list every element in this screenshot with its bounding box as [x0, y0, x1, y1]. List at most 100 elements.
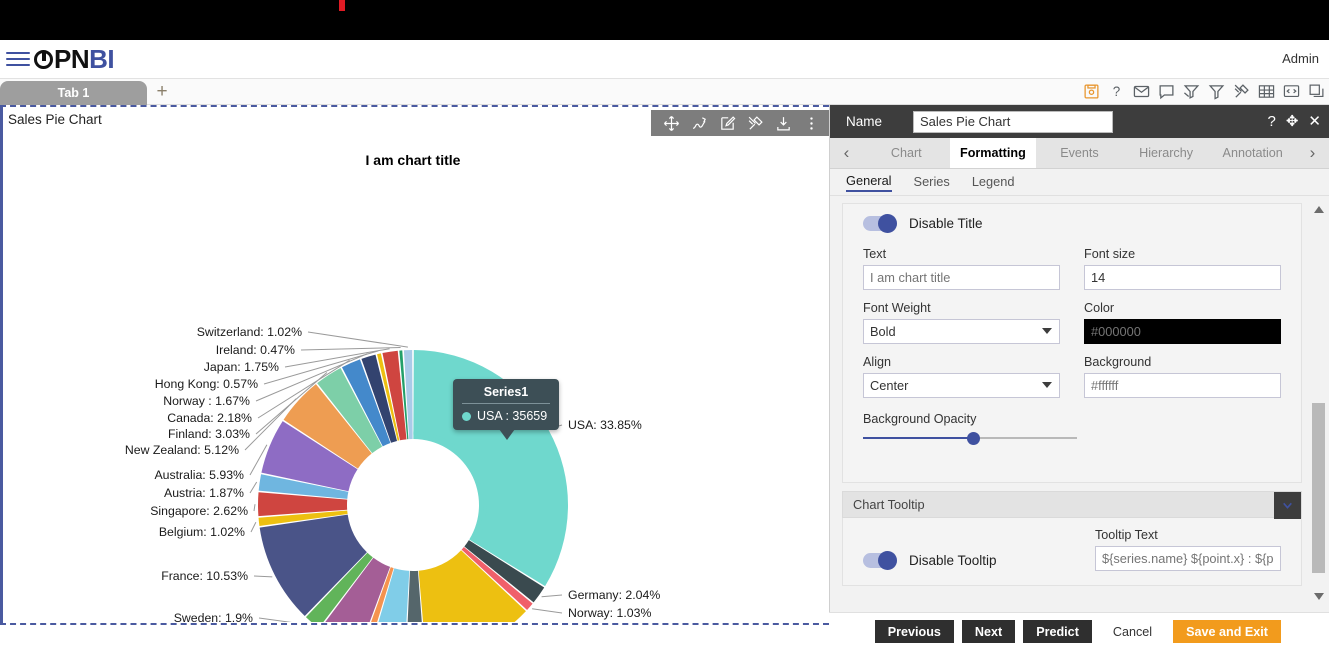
chart-tooltip-header[interactable]: Chart Tooltip — [842, 491, 1302, 519]
font-weight-field: Font Weight Bold — [863, 301, 1060, 344]
title-text-field: Text — [863, 247, 1060, 290]
background-input[interactable] — [1084, 373, 1281, 398]
scroll-up-icon[interactable] — [1314, 203, 1324, 213]
font-size-input[interactable] — [1084, 265, 1281, 290]
hamburger-menu-icon[interactable] — [6, 48, 30, 70]
save-icon[interactable] — [1082, 82, 1100, 100]
move-icon[interactable] — [661, 113, 681, 133]
disable-tooltip-toggle[interactable] — [863, 551, 897, 570]
clear-filter-icon[interactable] — [1182, 82, 1200, 100]
slider-fill — [863, 437, 974, 439]
pie-label-leader — [253, 504, 256, 512]
widget-title: Sales Pie Chart — [8, 112, 102, 127]
embed-code-icon[interactable] — [1282, 82, 1300, 100]
pie-label-leader — [307, 331, 408, 348]
title-text-label: Text — [863, 247, 887, 261]
add-tab-button[interactable]: + — [152, 81, 172, 102]
move-icon[interactable]: ✥ — [1286, 114, 1299, 129]
app-header: PN BI Admin — [0, 40, 1329, 79]
subtab-general[interactable]: General — [846, 173, 892, 192]
close-icon[interactable]: ✕ — [1308, 114, 1321, 129]
pie-slice-label: Germany: 2.04% — [568, 588, 660, 602]
user-admin-label[interactable]: Admin — [1282, 51, 1319, 66]
title-color-input[interactable] — [1084, 319, 1281, 344]
download-icon[interactable] — [773, 113, 793, 133]
background-opacity-slider[interactable] — [863, 430, 1077, 446]
pie-slice-label: Switzerland: 1.02% — [197, 325, 302, 339]
tab-tab-1[interactable]: Tab 1 — [0, 81, 147, 105]
scroll-down-icon[interactable] — [1314, 593, 1324, 603]
background-field: Background — [1084, 355, 1281, 398]
tab-annotation[interactable]: Annotation — [1209, 138, 1296, 168]
comment-icon[interactable] — [1157, 82, 1175, 100]
edit-icon[interactable] — [717, 113, 737, 133]
font-weight-select[interactable]: Bold — [863, 319, 1060, 344]
chart-name-input[interactable] — [913, 110, 1113, 133]
tooltip-text-input[interactable] — [1095, 546, 1281, 571]
tab-events[interactable]: Events — [1036, 138, 1123, 168]
tab-formatting[interactable]: Formatting — [949, 138, 1037, 168]
pie-slice-label: Norway : 1.67% — [163, 394, 250, 408]
tab-strip: Tab 1 + ? — [0, 79, 1329, 105]
help-icon[interactable]: ? — [1268, 114, 1276, 129]
align-select[interactable]: Center — [863, 373, 1060, 398]
predict-button[interactable]: Predict — [1023, 620, 1092, 643]
table-icon[interactable] — [1257, 82, 1275, 100]
tab-label: Tab 1 — [57, 86, 90, 100]
logo-text-pn: PN — [54, 43, 90, 74]
help-icon[interactable]: ? — [1107, 82, 1125, 100]
mail-icon[interactable] — [1132, 82, 1150, 100]
pie-slice-label: Finland: 3.03% — [168, 427, 250, 441]
copy-icon[interactable] — [1307, 82, 1325, 100]
next-button[interactable]: Next — [961, 620, 1016, 643]
panel-header-icons: ? ✥ ✕ — [1268, 114, 1322, 129]
background-opacity-field: Background Opacity — [863, 412, 1281, 446]
chart-tooltip-body: Disable Tooltip Tooltip Text — [842, 518, 1302, 586]
chevron-down-icon[interactable] — [1274, 492, 1301, 519]
filter-icon[interactable] — [1207, 82, 1225, 100]
pie-slice-label: Australia: 5.93% — [154, 468, 244, 482]
pie-slice-label: France: 10.53% — [161, 569, 248, 583]
title-color-label: Color — [1084, 301, 1115, 315]
tools-icon[interactable] — [1232, 82, 1250, 100]
pie-chart[interactable]: USA: 33.85%Germany: 2.04%Norway: 1.03%Sp… — [3, 167, 829, 650]
pie-slice-label: Ireland: 0.47% — [216, 343, 295, 357]
title-text-input[interactable] — [863, 265, 1060, 290]
logo-text-bi: BI — [89, 43, 115, 74]
tab-chart[interactable]: Chart — [863, 138, 950, 168]
pie-label-leader — [258, 617, 311, 626]
disable-title-row: Disable Title — [863, 214, 1281, 233]
panel-scrollbar[interactable] — [1312, 203, 1326, 603]
pie-slice-label: Austria: 1.87% — [164, 486, 244, 500]
scrollbar-thumb[interactable] — [1312, 403, 1325, 573]
pie-chart-svg[interactable]: USA: 33.85%Germany: 2.04%Norway: 1.03%Sp… — [3, 167, 829, 650]
panel-footer: Previous Next Predict Cancel Save and Ex… — [829, 612, 1329, 650]
tabs-prev-button[interactable]: ‹ — [830, 138, 863, 168]
tab-hierarchy[interactable]: Hierarchy — [1123, 138, 1210, 168]
subtab-series[interactable]: Series — [914, 174, 950, 191]
chart-point-tooltip: Series1 USA : 35659 — [453, 379, 559, 440]
cancel-button[interactable]: Cancel — [1099, 620, 1166, 643]
tabs-next-button[interactable]: › — [1296, 138, 1329, 168]
browser-top-band — [0, 0, 1329, 40]
previous-button[interactable]: Previous — [874, 620, 954, 643]
chart-tooltip-title: Chart Tooltip — [853, 497, 925, 512]
pie-label-leader — [250, 521, 257, 533]
save-and-exit-button[interactable]: Save and Exit — [1173, 620, 1281, 643]
tools-icon[interactable] — [745, 113, 765, 133]
more-options-icon[interactable] — [801, 113, 821, 133]
slider-thumb[interactable] — [967, 432, 980, 445]
scribble-icon[interactable] — [689, 113, 709, 133]
align-label: Align — [863, 355, 892, 369]
subtab-legend[interactable]: Legend — [972, 174, 1015, 191]
background-opacity-label: Background Opacity — [863, 412, 977, 426]
recording-indicator-dot — [339, 0, 345, 11]
chart-title: I am chart title — [365, 152, 461, 168]
general-form: Disable Title Text Font size Font Weight… — [842, 203, 1302, 483]
disable-title-toggle[interactable] — [863, 214, 897, 233]
font-size-label: Font size — [1084, 247, 1136, 261]
chart-config-panel: Name ? ✥ ✕ ‹ Chart Formatting Events Hie… — [829, 105, 1329, 650]
dashboard-canvas[interactable]: Sales Pie Chart I am chart title USA: 33… — [0, 105, 829, 650]
align-field: Align Center — [863, 355, 1060, 398]
pie-label-leader — [253, 575, 273, 578]
